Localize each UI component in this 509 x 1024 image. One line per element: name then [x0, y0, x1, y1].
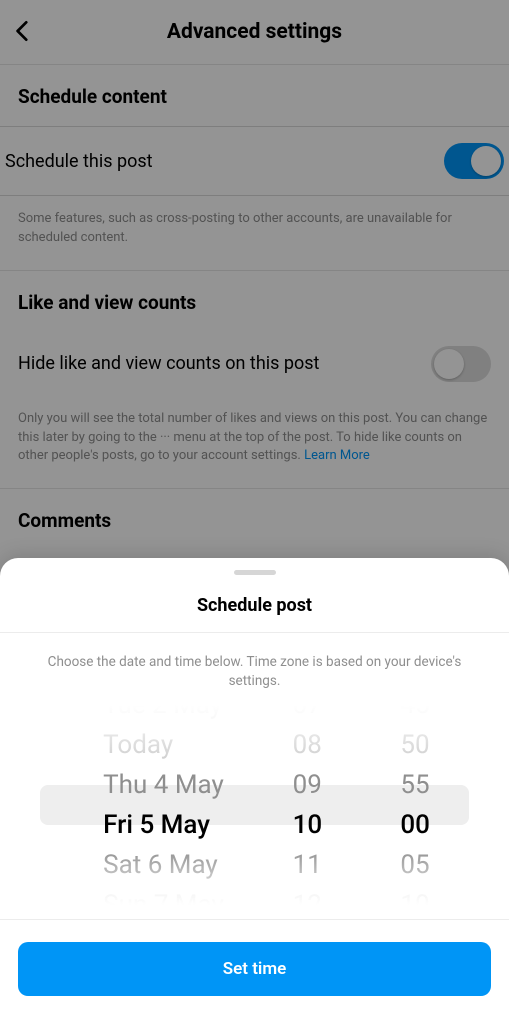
- sheet-title: Schedule post: [0, 595, 509, 616]
- picker-option[interactable]: 00: [400, 805, 430, 845]
- picker-option[interactable]: 09: [293, 765, 323, 805]
- picker-option[interactable]: 05: [400, 845, 430, 885]
- picker-option[interactable]: 45: [400, 705, 430, 725]
- schedule-post-sheet: Schedule post Choose the date and time b…: [0, 558, 509, 1024]
- hour-wheel[interactable]: 07080910111213: [254, 705, 362, 905]
- sheet-grabber[interactable]: [234, 570, 276, 575]
- picker-option[interactable]: 10: [400, 885, 430, 905]
- picker-option[interactable]: 07: [293, 705, 323, 725]
- datetime-picker: Tue 2 MayTodayThu 4 MayFri 5 MaySat 6 Ma…: [40, 705, 469, 905]
- picker-option[interactable]: 55: [400, 765, 430, 805]
- minute-wheel[interactable]: 45505500051015: [361, 705, 469, 905]
- picker-option[interactable]: 10: [293, 805, 323, 845]
- picker-option[interactable]: Today: [103, 725, 231, 765]
- picker-option[interactable]: Sat 6 May: [103, 845, 231, 885]
- sheet-hint: Choose the date and time below. Time zon…: [0, 633, 509, 699]
- set-time-button[interactable]: Set time: [18, 942, 491, 996]
- picker-option[interactable]: 12: [293, 885, 323, 905]
- date-wheel[interactable]: Tue 2 MayTodayThu 4 MayFri 5 MaySat 6 Ma…: [40, 705, 254, 905]
- picker-option[interactable]: Fri 5 May: [103, 805, 231, 845]
- picker-option[interactable]: 08: [293, 725, 323, 765]
- picker-option[interactable]: Sun 7 May: [103, 885, 231, 905]
- picker-option[interactable]: 11: [293, 845, 323, 885]
- picker-option[interactable]: Thu 4 May: [103, 765, 231, 805]
- picker-option[interactable]: Tue 2 May: [103, 705, 231, 725]
- picker-option[interactable]: 50: [400, 725, 430, 765]
